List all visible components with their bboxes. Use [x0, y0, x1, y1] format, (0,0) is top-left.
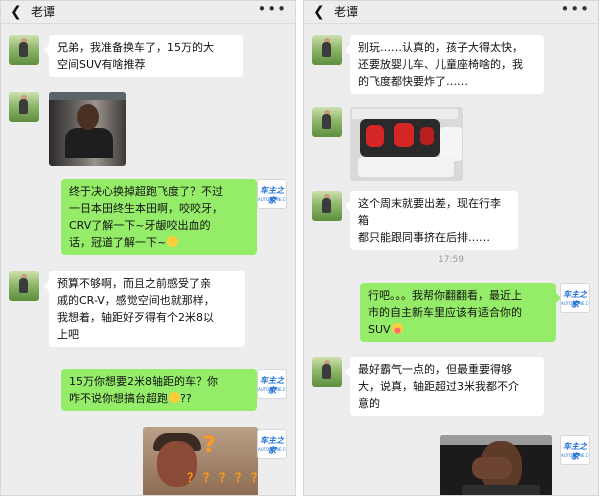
back-chevron-icon[interactable]: ❮ — [10, 4, 22, 20]
image-message-boy-photo[interactable] — [49, 92, 126, 166]
friend-avatar[interactable] — [9, 92, 39, 122]
image-message-old-woman[interactable]: ? ？？？？？ — [143, 427, 258, 495]
message-bubble-incoming[interactable]: 最好霸气一点的，但最重要得够 大，说真，轴距超过3米我都不介 意的 — [345, 357, 544, 416]
brand-logo: 车主之家 — [260, 186, 284, 205]
brand-logo-sub: AUTOHOME.COM.CN — [561, 453, 589, 458]
message-bubble-incoming[interactable]: 兄弟，我准备换车了，15万的大 空间SUV有啥推荐 — [44, 35, 243, 77]
chat-header: ❮ 老谭 ••• — [1, 1, 295, 24]
contact-name: 老谭 — [334, 5, 359, 19]
message-bubble-incoming[interactable]: 预算不够啊，而且之前感受了亲 戚的CR-V，感觉空间也就那样， 我想着，轴距好歹… — [44, 271, 245, 347]
message-bubble-incoming[interactable]: 这个周末就要出差，现在行李箱 都只能跟同事挤在后排…… — [345, 191, 518, 250]
chat-header: ❮ 老谭 ••• — [304, 1, 598, 24]
message-bubble-outgoing[interactable]: 15万你想要2米8轴距的车？你 咋不说你想搞台超跑?? — [61, 369, 262, 411]
my-avatar[interactable]: 车主之家AUTOHOME.COM.CN — [257, 429, 287, 459]
friend-avatar[interactable] — [9, 271, 39, 301]
image-message-trunk[interactable] — [350, 107, 463, 181]
friend-avatar[interactable] — [312, 35, 342, 65]
my-avatar[interactable]: 车主之家AUTOHOME.COM.CN — [560, 283, 590, 313]
blush-emoji-icon — [169, 392, 180, 403]
image-message-facepalm[interactable] — [440, 435, 552, 495]
brand-logo: 车主之家 — [260, 376, 284, 395]
brand-logo: 车主之家 — [260, 436, 284, 455]
back-chevron-icon[interactable]: ❮ — [313, 4, 325, 20]
brand-logo-sub: AUTOHOME.COM.CN — [258, 387, 286, 392]
message-text: 15万你想要2米8轴距的车？你 咋不说你想搞台超跑 — [69, 375, 218, 405]
message-text: 终于决心换掉超跑飞度了？不过 一日本田终生本田啊，咬咬牙， CRV了解一下~牙龈… — [69, 185, 223, 249]
chat-window-left: ❮ 老谭 ••• 兄弟，我准备换车了，15万的大 空间SUV有啥推荐 终于决心换… — [0, 0, 296, 496]
message-bubble-outgoing[interactable]: 行吧。。。我帮你翻翻看，最近上 市的自主新车里应该有适合你的 SUV — [360, 283, 561, 342]
message-bubble-incoming[interactable]: 别玩……认真的，孩子大得太快， 还要放婴儿车、儿童座椅啥的，我 的飞度都快要炸了… — [345, 35, 544, 94]
my-avatar[interactable]: 车主之家AUTOHOME.COM.CN — [560, 435, 590, 465]
my-avatar[interactable]: 车主之家AUTOHOME.COM.CN — [257, 369, 287, 399]
question-marks-overlay: ？？？？？ — [187, 471, 258, 485]
contact-name: 老谭 — [31, 5, 56, 19]
my-avatar[interactable]: 车主之家AUTOHOME.COM.CN — [257, 179, 287, 209]
friend-avatar[interactable] — [9, 35, 39, 65]
grin-emoji-icon — [167, 236, 179, 247]
brand-logo-sub: AUTOHOME.COM.CN — [561, 301, 589, 306]
chat-window-right: ❮ 老谭 ••• 别玩……认真的，孩子大得太快， 还要放婴儿车、儿童座椅啥的，我… — [303, 0, 599, 496]
brand-logo: 车主之家 — [563, 290, 587, 309]
tongue-emoji-icon — [391, 323, 403, 334]
brand-logo-sub: AUTOHOME.COM.CN — [258, 197, 286, 202]
more-dots-icon[interactable]: ••• — [257, 1, 287, 17]
friend-avatar[interactable] — [312, 191, 342, 221]
friend-avatar[interactable] — [312, 107, 342, 137]
friend-avatar[interactable] — [312, 357, 342, 387]
message-bubble-outgoing[interactable]: 终于决心换掉超跑飞度了？不过 一日本田终生本田啊，咬咬牙， CRV了解一下~牙龈… — [61, 179, 262, 255]
brand-logo-sub: AUTOHOME.COM.CN — [258, 447, 286, 452]
more-dots-icon[interactable]: ••• — [560, 1, 590, 17]
time-divider: 17:59 — [438, 255, 464, 265]
brand-logo: 车主之家 — [563, 442, 587, 461]
